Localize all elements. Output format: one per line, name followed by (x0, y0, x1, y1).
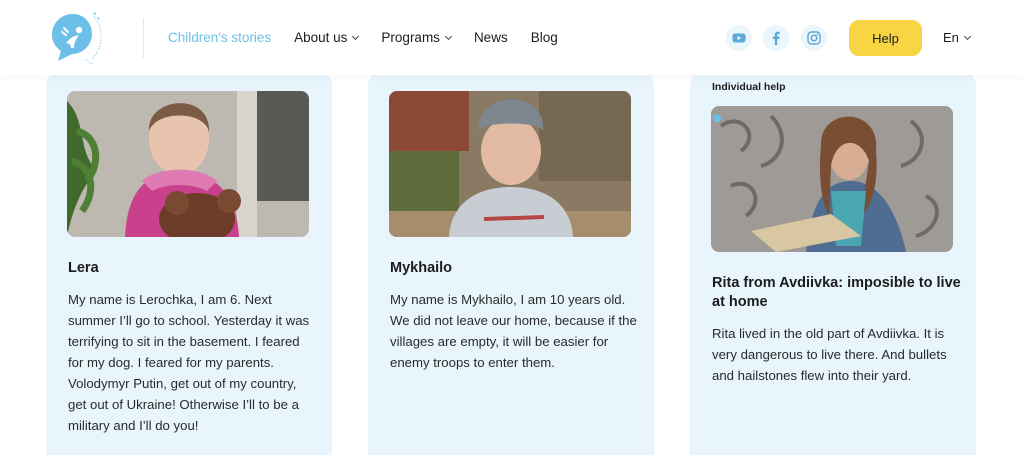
story-excerpt: Rita lived in the old part of Avdiivka. … (712, 326, 947, 383)
nav-label: News (473, 30, 508, 45)
chevron-down-icon (963, 32, 971, 40)
photo-boy-outdoors (389, 91, 631, 237)
nav-blog[interactable]: Blog (531, 30, 558, 45)
language-label: En (943, 30, 959, 45)
story-title[interactable]: Rita from Avdiivka: imposible to live at… (712, 274, 962, 312)
help-button[interactable]: Help (849, 20, 922, 56)
photo-girl-reading (711, 106, 953, 252)
site-header: Children's stories About us Programs New… (0, 0, 1024, 75)
story-photo[interactable] (711, 106, 953, 252)
nav-news[interactable]: News (474, 30, 508, 45)
story-card-rita[interactable]: Individual help Rita from Avdiivka: impo… (690, 70, 976, 455)
story-card-lera[interactable]: Lera My name is Lerochka, I am 6. Next s… (46, 70, 332, 455)
photo-girl-with-teddy (67, 91, 309, 237)
logo[interactable] (44, 10, 108, 68)
youtube-icon (732, 33, 746, 43)
logo-icon (52, 12, 102, 65)
header-divider (143, 18, 144, 58)
nav-childrens-stories[interactable]: Children's stories (168, 30, 271, 45)
nav-programs[interactable]: Programs (381, 30, 452, 45)
story-excerpt: My name is Mykhailo, I am 10 years old. … (390, 292, 637, 370)
nav-about-us[interactable]: About us (294, 30, 360, 45)
nav-label: Programs (381, 30, 440, 45)
nav-label: Children's stories (168, 30, 272, 45)
story-photo[interactable] (389, 91, 631, 237)
story-photo[interactable] (67, 91, 309, 237)
story-title[interactable]: Lera (68, 259, 318, 278)
instagram-button[interactable] (801, 25, 827, 51)
facebook-button[interactable] (763, 25, 789, 51)
nav-label: About us (294, 30, 348, 45)
language-selector[interactable]: En (943, 30, 971, 45)
instagram-icon (807, 31, 821, 45)
facebook-icon (772, 31, 780, 45)
nav-label: Blog (530, 30, 558, 45)
chevron-down-icon (444, 32, 452, 40)
story-title[interactable]: Mykhailo (390, 259, 640, 278)
main-nav: Children's stories About us Programs New… (168, 30, 581, 45)
card-tag: Individual help (712, 81, 786, 93)
story-excerpt: My name is Lerochka, I am 6. Next summer… (68, 292, 310, 433)
youtube-button[interactable] (726, 25, 752, 51)
chevron-down-icon (352, 32, 360, 40)
story-card-mykhailo[interactable]: Mykhailo My name is Mykhailo, I am 10 ye… (368, 70, 654, 455)
